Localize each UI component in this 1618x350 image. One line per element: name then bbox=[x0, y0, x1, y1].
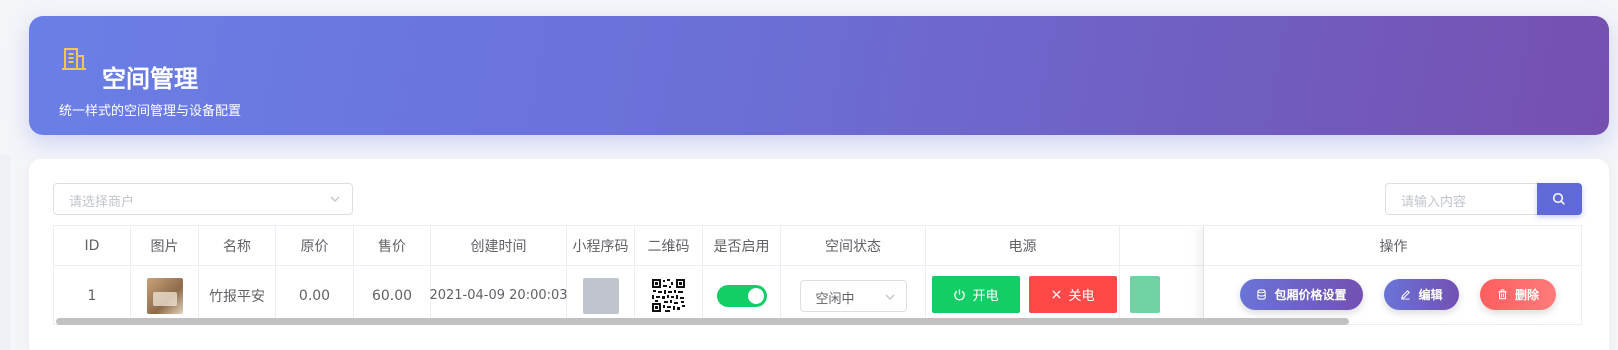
operations-fixed-column: 操作 包厢价格设置 编辑 删除 bbox=[1204, 226, 1581, 324]
merchant-select[interactable]: 请选择商户 bbox=[53, 183, 353, 215]
col-original-price-header: 原价 bbox=[276, 226, 354, 265]
table-horizontal-scrollbar[interactable] bbox=[56, 318, 1349, 325]
cell-enabled bbox=[703, 266, 781, 324]
room-price-settings-label: 包厢价格设置 bbox=[1274, 288, 1347, 302]
miniprogram-code-image[interactable] bbox=[582, 277, 619, 314]
enabled-toggle[interactable] bbox=[716, 284, 767, 307]
room-price-settings-button[interactable]: 包厢价格设置 bbox=[1240, 279, 1363, 310]
cell-extra bbox=[1120, 266, 1204, 324]
edit-icon bbox=[1401, 290, 1411, 300]
col-operations-header: 操作 bbox=[1204, 226, 1581, 266]
cell-power: 开电 关电 bbox=[926, 266, 1120, 324]
cell-name: 竹报平安 bbox=[199, 266, 276, 324]
search-button[interactable] bbox=[1537, 183, 1582, 215]
database-icon bbox=[1257, 289, 1267, 300]
trash-icon bbox=[1498, 289, 1507, 300]
col-created-at-header: 创建时间 bbox=[431, 226, 567, 265]
cell-created-at: 2021-04-09 20:00:03 bbox=[429, 266, 568, 324]
col-enabled-header: 是否启用 bbox=[703, 226, 781, 265]
status-select-value: 空闲中 bbox=[815, 291, 855, 307]
close-icon bbox=[1052, 290, 1062, 299]
chevron-down-icon bbox=[330, 196, 340, 202]
page-title: 空间管理 bbox=[102, 65, 198, 93]
chevron-down-icon bbox=[885, 294, 894, 300]
power-on-button[interactable]: 开电 bbox=[932, 276, 1020, 313]
edit-button[interactable]: 编辑 bbox=[1384, 279, 1459, 310]
cell-id: 1 bbox=[54, 266, 131, 324]
search-icon bbox=[1552, 192, 1565, 205]
search-input-placeholder: 请输入内容 bbox=[1401, 195, 1467, 210]
page-header: 空间管理 统一样式的空间管理与设备配置 bbox=[29, 16, 1609, 135]
delete-label: 删除 bbox=[1514, 288, 1539, 302]
cell-status: 空闲中 bbox=[781, 266, 926, 324]
page-left-edge bbox=[0, 155, 10, 350]
col-miniprogram-code-header: 小程序码 bbox=[567, 226, 635, 265]
space-table: ID 图片 名称 原价 售价 创建时间 小程序码 二维码 是否启用 空间状态 电… bbox=[53, 225, 1582, 325]
col-id-header: ID bbox=[54, 226, 131, 265]
qrcode-image[interactable] bbox=[651, 278, 686, 313]
col-image-header: 图片 bbox=[131, 226, 199, 265]
space-thumbnail[interactable] bbox=[146, 277, 183, 314]
col-extra-header bbox=[1120, 226, 1204, 265]
search-input[interactable]: 请输入内容 bbox=[1385, 183, 1540, 215]
merchant-select-placeholder: 请选择商户 bbox=[69, 195, 135, 210]
extra-action-button[interactable] bbox=[1130, 276, 1160, 313]
cell-original-price: 0.00 bbox=[276, 266, 354, 324]
cell-qrcode bbox=[635, 266, 703, 324]
building-icon bbox=[62, 48, 86, 70]
power-on-label: 开电 bbox=[972, 289, 999, 304]
col-status-header: 空间状态 bbox=[781, 226, 926, 265]
power-off-button[interactable]: 关电 bbox=[1029, 276, 1117, 313]
col-qrcode-header: 二维码 bbox=[635, 226, 703, 265]
col-power-header: 电源 bbox=[926, 226, 1120, 265]
power-icon bbox=[954, 289, 966, 301]
status-select[interactable]: 空闲中 bbox=[799, 279, 907, 312]
edit-label: 编辑 bbox=[1418, 288, 1443, 302]
page-subtitle: 统一样式的空间管理与设备配置 bbox=[59, 104, 242, 119]
cell-sale-price: 60.00 bbox=[354, 266, 431, 324]
cell-miniprogram-code bbox=[567, 266, 635, 324]
col-sale-price-header: 售价 bbox=[354, 226, 431, 265]
col-name-header: 名称 bbox=[199, 226, 276, 265]
power-off-label: 关电 bbox=[1068, 289, 1095, 304]
delete-button[interactable]: 删除 bbox=[1480, 279, 1556, 310]
cell-image bbox=[131, 266, 199, 324]
